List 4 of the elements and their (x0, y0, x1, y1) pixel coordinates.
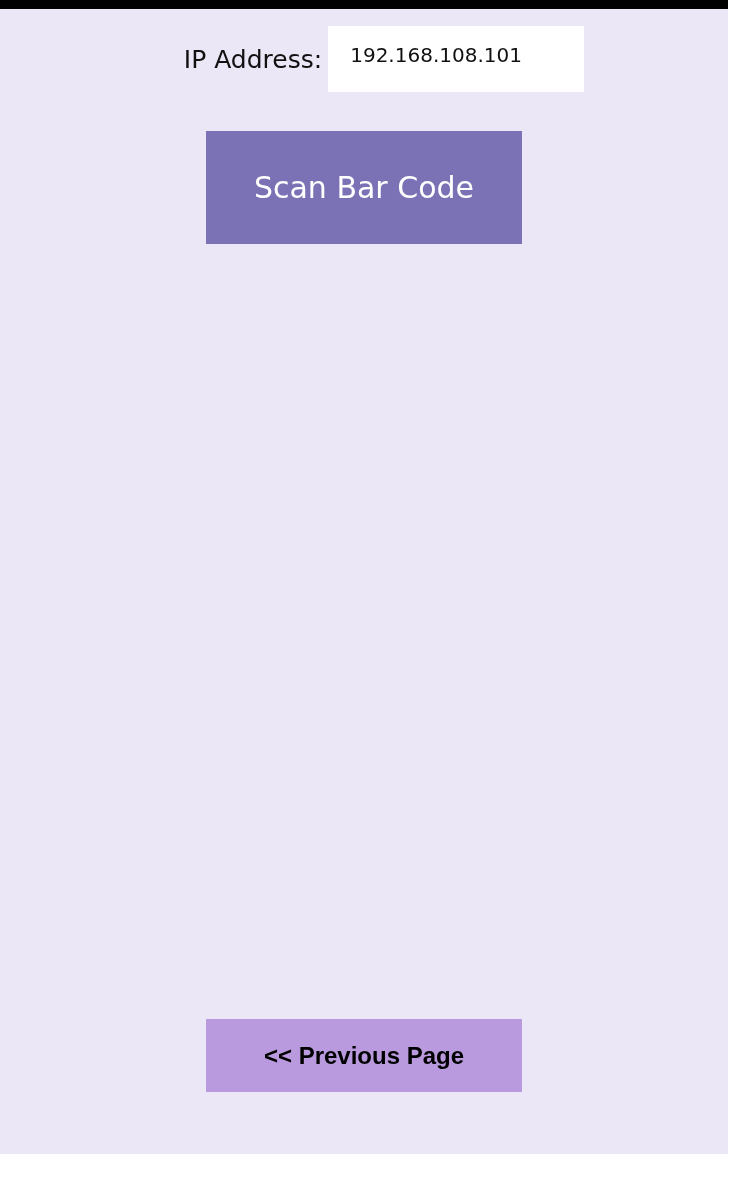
previous-page-button[interactable]: << Previous Page (206, 1019, 522, 1092)
ip-address-label: IP Address: (183, 44, 323, 74)
ip-address-field[interactable]: 192.168.108.101 (328, 26, 585, 92)
scan-bar-code-button[interactable]: Scan Bar Code (206, 131, 522, 244)
